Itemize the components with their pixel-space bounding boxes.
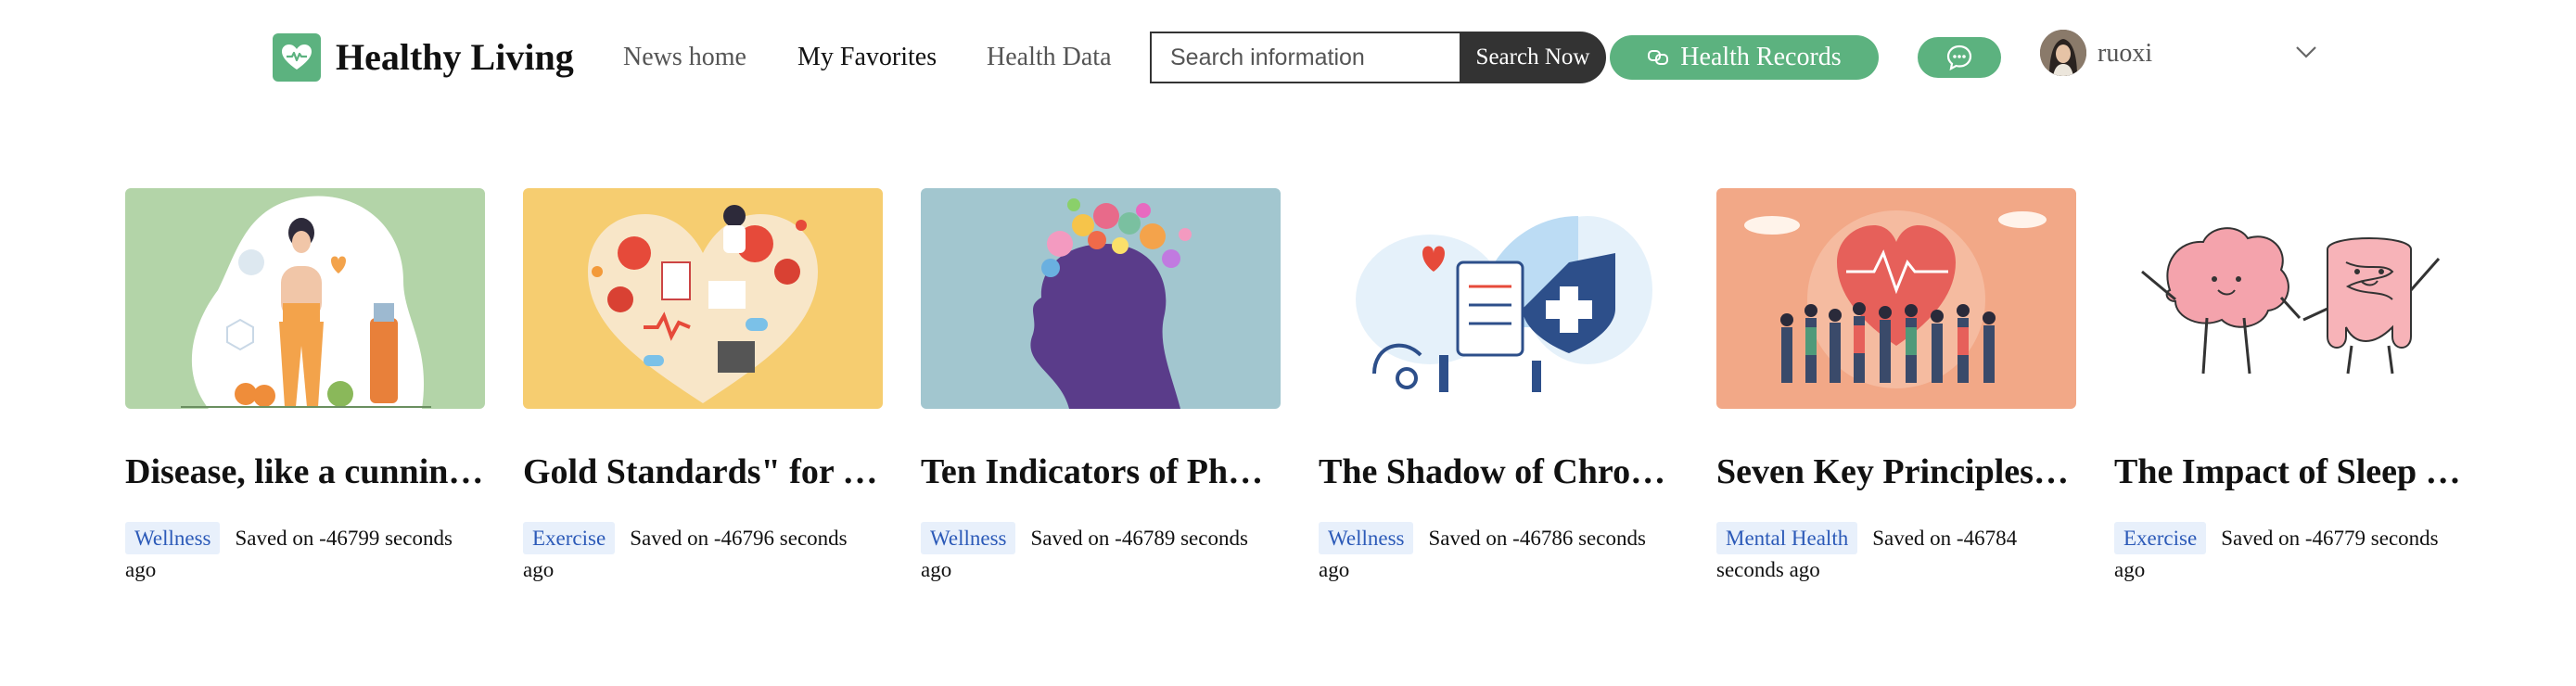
avatar[interactable]: [2040, 30, 2086, 76]
article-meta: Wellness Saved on -46786 seconds ago: [1319, 522, 1678, 585]
category-tag[interactable]: Exercise: [2114, 522, 2207, 554]
chat-icon: [1946, 44, 1972, 71]
article-meta: Exercise Saved on -46796 seconds ago: [523, 522, 883, 585]
article-meta: Wellness Saved on -46789 seconds ago: [921, 522, 1281, 585]
category-tag[interactable]: Mental Health: [1716, 522, 1858, 554]
nav-health-data[interactable]: Health Data: [987, 39, 1112, 76]
article-thumbnail[interactable]: [1716, 188, 2076, 409]
article-title[interactable]: Disease, like a cunning thief: [125, 450, 485, 494]
app-title[interactable]: Healthy Living: [336, 32, 574, 83]
article-title[interactable]: Gold Standards" for Health: [523, 450, 883, 494]
records-icon: [1648, 50, 1669, 65]
article-thumbnail[interactable]: [921, 188, 1281, 409]
health-records-label: Health Records: [1680, 43, 1842, 71]
article-card[interactable]: Disease, like a cunning thief WellnessSa…: [125, 188, 485, 585]
health-records-button[interactable]: Health Records: [1610, 35, 1879, 80]
search-bar: Search Now: [1150, 32, 1606, 83]
article-card[interactable]: Ten Indicators of Physical Health Wellne…: [921, 188, 1281, 585]
article-title[interactable]: The Impact of Sleep on the Gut: [2114, 450, 2474, 494]
category-tag[interactable]: Wellness: [1319, 522, 1414, 554]
article-card[interactable]: The Impact of Sleep on the Gut ExerciseS…: [2114, 188, 2474, 585]
article-card[interactable]: Seven Key Principles of Mental Health Me…: [1716, 188, 2076, 585]
username[interactable]: ruoxi: [2098, 35, 2152, 72]
search-button[interactable]: Search Now: [1460, 32, 1606, 83]
article-meta: Wellness Saved on -46799 seconds ago: [125, 522, 485, 585]
chat-button[interactable]: [1918, 37, 2001, 78]
article-thumbnail[interactable]: [125, 188, 485, 409]
article-card[interactable]: The Shadow of Chronic Disease WellnessSa…: [1319, 188, 1678, 585]
category-tag[interactable]: Wellness: [125, 522, 221, 554]
search-input[interactable]: [1150, 32, 1460, 83]
article-thumbnail[interactable]: [523, 188, 883, 409]
article-thumbnail[interactable]: [2114, 188, 2474, 409]
article-title[interactable]: Ten Indicators of Physical Health: [921, 450, 1281, 494]
article-card[interactable]: Gold Standards" for Health ExerciseSaved…: [523, 188, 883, 585]
article-title[interactable]: Seven Key Principles of Mental Health: [1716, 450, 2076, 494]
nav-my-favorites[interactable]: My Favorites: [797, 39, 937, 76]
top-header: Healthy Living News home My Favorites He…: [0, 0, 2576, 115]
category-tag[interactable]: Exercise: [523, 522, 616, 554]
heart-logo-icon[interactable]: [273, 33, 321, 82]
nav-news-home[interactable]: News home: [623, 39, 746, 76]
article-thumbnail[interactable]: [1319, 188, 1678, 409]
category-tag[interactable]: Wellness: [921, 522, 1016, 554]
chevron-down-icon[interactable]: [2294, 43, 2318, 61]
article-meta: Exercise Saved on -46779 seconds ago: [2114, 522, 2474, 585]
article-title[interactable]: The Shadow of Chronic Disease: [1319, 450, 1678, 494]
article-meta: Mental Health Saved on -46784 seconds ago: [1716, 522, 2076, 585]
